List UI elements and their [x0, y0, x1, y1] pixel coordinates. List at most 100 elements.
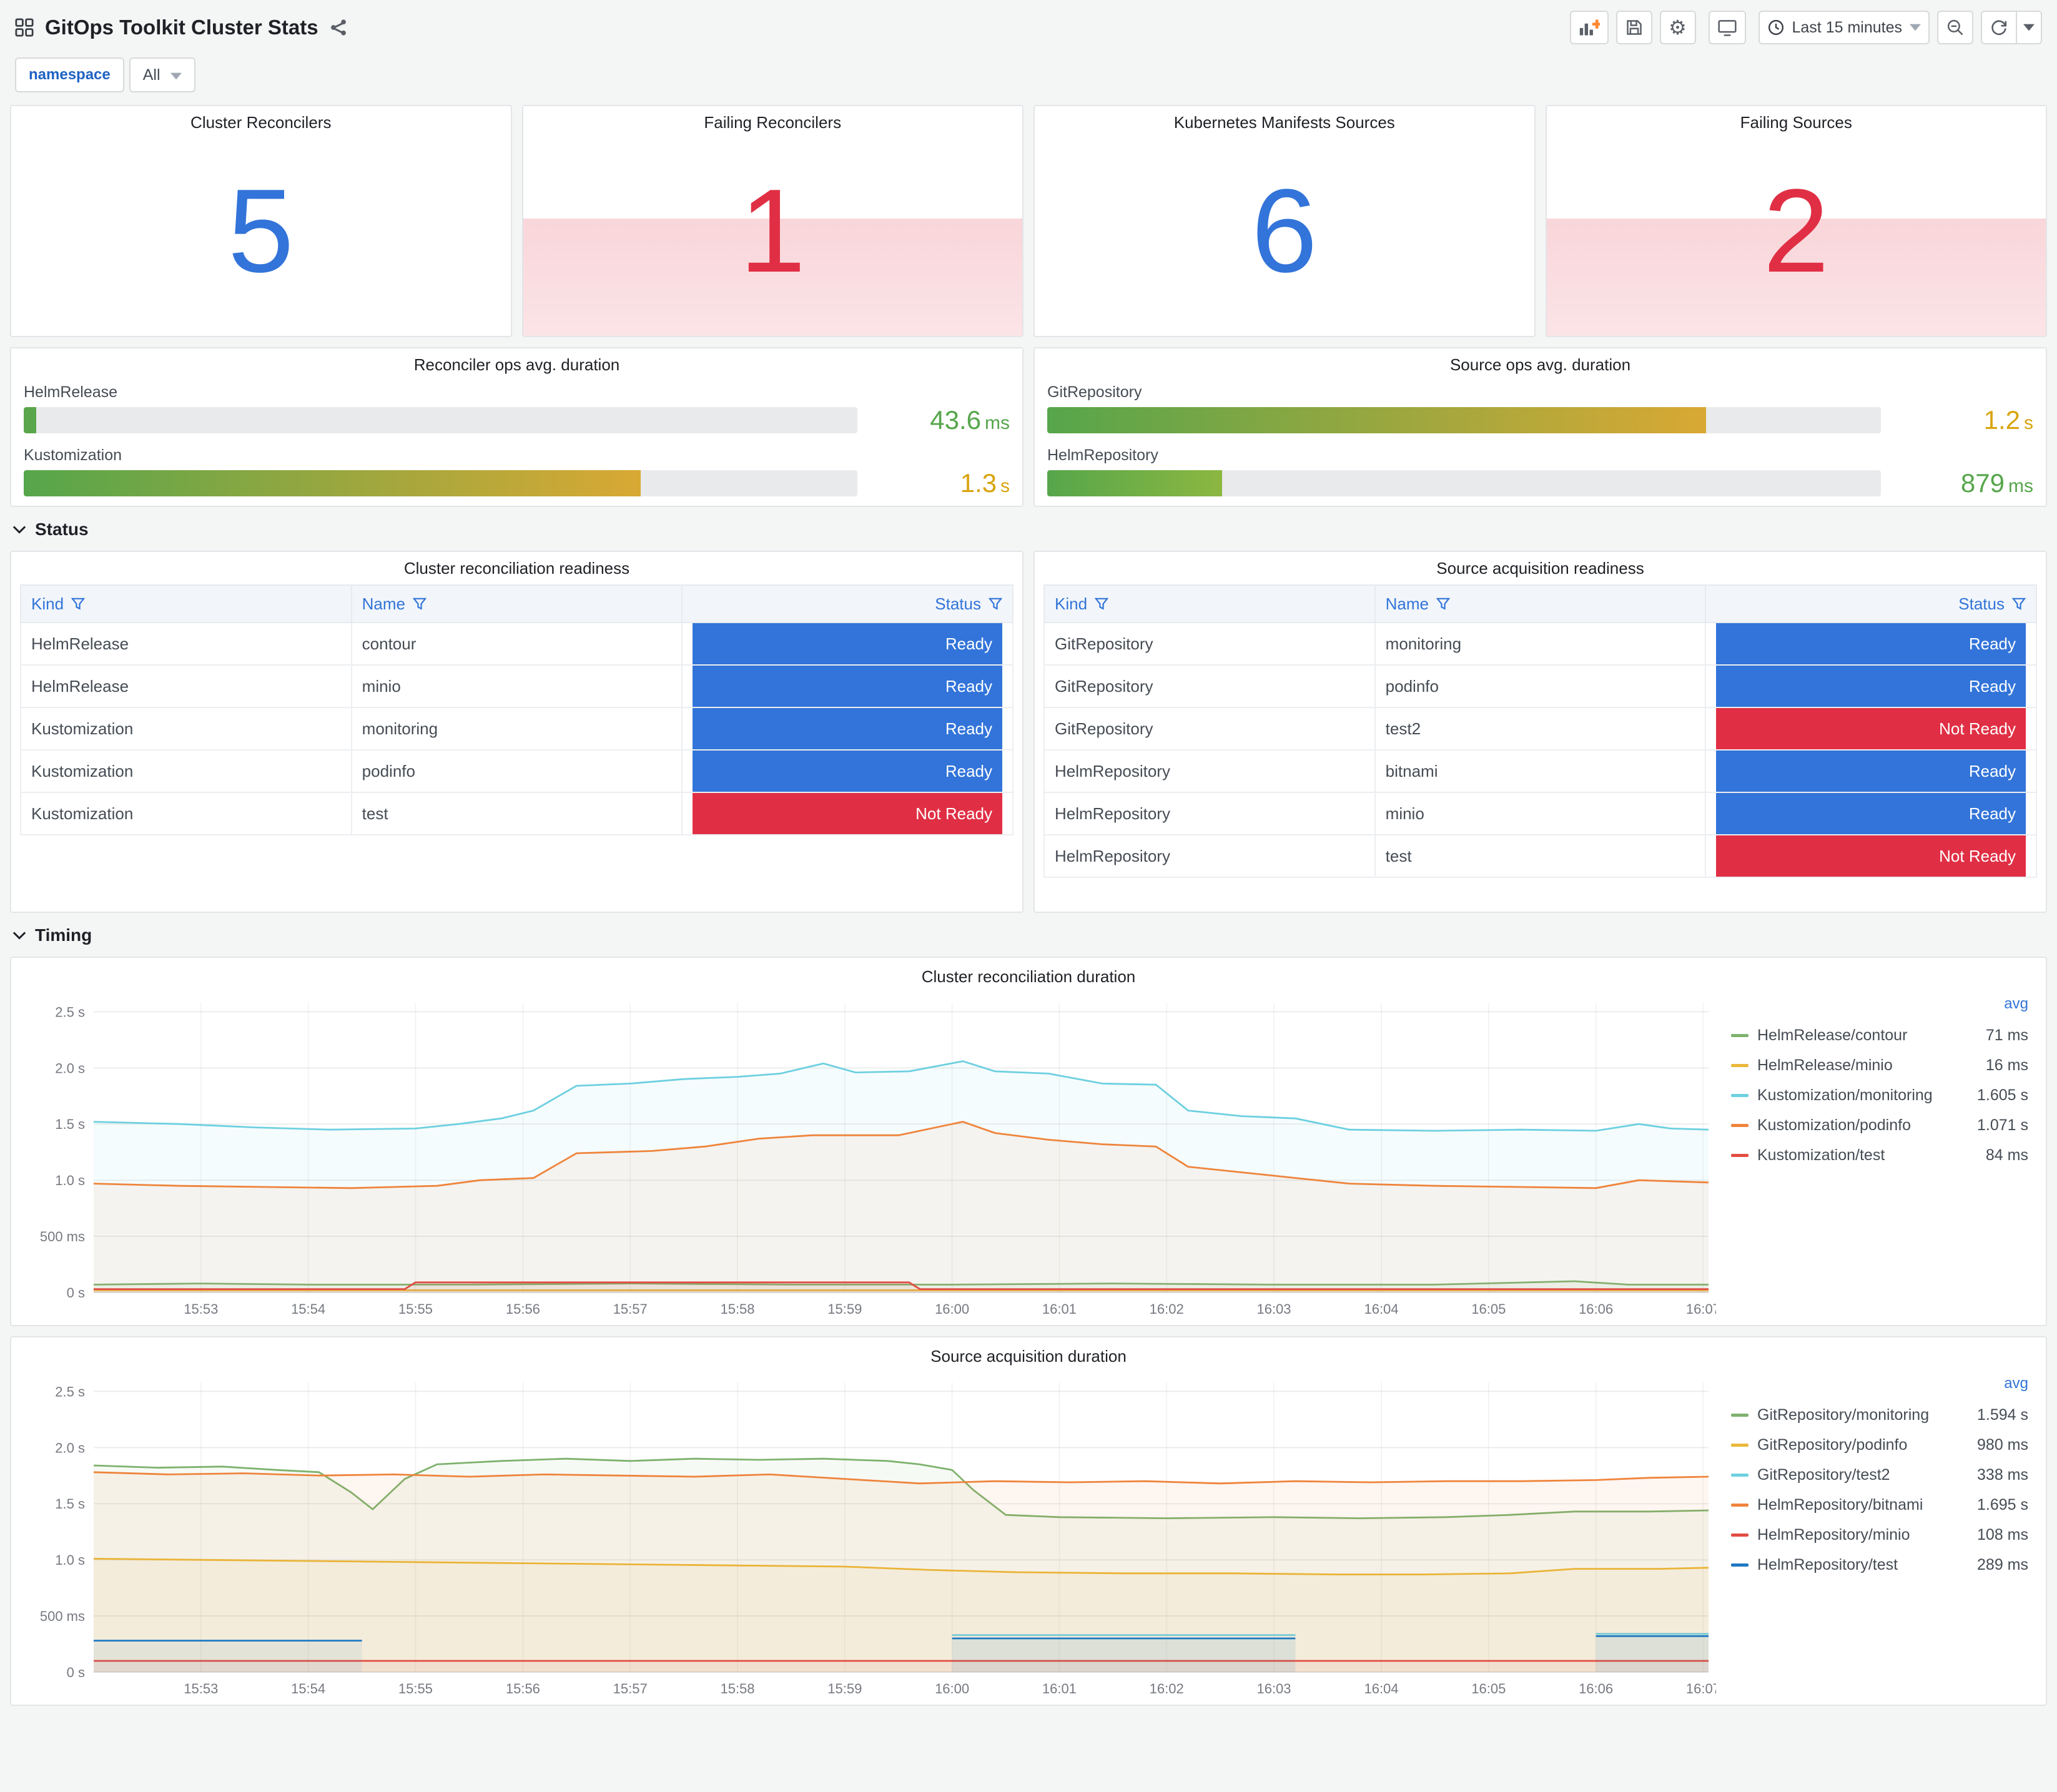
gauge-value: 1.3 s	[870, 468, 1010, 498]
cell-name: podinfo	[1374, 664, 1707, 708]
legend-item[interactable]: Kustomization/podinfo 1.071 s	[1731, 1110, 2028, 1140]
stat-panel: Failing Reconcilers 1	[521, 105, 1024, 337]
cell-name: contour	[350, 622, 683, 666]
cell-kind: GitRepository	[1043, 664, 1376, 708]
column-header-name[interactable]: Name	[350, 584, 683, 623]
series-avg-value: 289 ms	[1977, 1555, 2028, 1573]
panel-title[interactable]: Failing Reconcilers	[523, 106, 1023, 139]
filter-icon[interactable]	[2012, 598, 2026, 610]
column-label: Status	[935, 594, 981, 613]
cell-kind: GitRepository	[1043, 707, 1376, 751]
table-header: Kind Name Status	[1043, 584, 2037, 623]
svg-text:15:59: 15:59	[827, 1301, 862, 1317]
series-name: HelmRepository/minio	[1757, 1525, 1910, 1543]
legend-item[interactable]: GitRepository/monitoring 1.594 s	[1731, 1400, 2028, 1430]
series-name: HelmRelease/minio	[1757, 1056, 1893, 1074]
zoom-out-time-button[interactable]	[1937, 11, 1973, 44]
bar-gauge: HelmRelease 43.6 ms	[24, 383, 1010, 435]
filter-icon[interactable]	[413, 598, 427, 610]
dashboard-settings-button[interactable]: ⚙	[1659, 11, 1696, 44]
legend-item[interactable]: GitRepository/test2 338 ms	[1731, 1460, 2028, 1490]
table-body: GitRepository monitoring Ready GitRepositor…	[1043, 622, 2037, 878]
legend-item[interactable]: HelmRepository/bitnami 1.695 s	[1731, 1490, 2028, 1520]
filter-icon[interactable]	[989, 598, 1002, 610]
svg-text:15:54: 15:54	[291, 1301, 325, 1317]
svg-text:15:57: 15:57	[613, 1301, 648, 1317]
column-header-status[interactable]: Status	[1705, 584, 2037, 623]
panel-title[interactable]: Source acquisition readiness	[1043, 552, 2037, 584]
stat-panel: Kubernetes Manifests Sources 6	[1033, 105, 1536, 337]
legend-item[interactable]: GitRepository/podinfo 980 ms	[1731, 1430, 2028, 1460]
cell-name: test2	[1374, 707, 1707, 751]
legend-item[interactable]: HelmRelease/minio 16 ms	[1731, 1050, 2028, 1080]
series-name: HelmRepository/test	[1757, 1555, 1898, 1573]
column-header-name[interactable]: Name	[1374, 584, 1707, 623]
cell-status: Not Ready	[1705, 834, 2037, 878]
column-header-kind[interactable]: Kind	[20, 584, 352, 623]
panel-title[interactable]: Cluster reconciliation readiness	[20, 552, 1014, 584]
gauge-track	[1047, 407, 1881, 433]
filter-icon[interactable]	[1095, 598, 1109, 610]
status-badge: Not Ready	[693, 793, 1002, 834]
variable-value-dropdown[interactable]: All	[129, 57, 195, 92]
gauge-body: HelmRelease 43.6 ms Kustomization 1.3 s	[11, 381, 1022, 506]
time-range-picker[interactable]: Last 15 minutes	[1758, 11, 1930, 44]
svg-text:16:04: 16:04	[1364, 1681, 1398, 1696]
panel-title[interactable]: Cluster reconciliation duration	[19, 960, 2038, 993]
svg-text:2.5 s: 2.5 s	[55, 1004, 85, 1020]
panel-title[interactable]: Source acquisition duration	[19, 1340, 2038, 1372]
filter-icon[interactable]	[1436, 598, 1451, 610]
panel-title[interactable]: Failing Sources	[1547, 106, 2046, 139]
legend-avg-header[interactable]: avg	[1731, 1375, 2028, 1400]
legend-avg-header[interactable]: avg	[1731, 995, 2028, 1020]
dashboard-header: GitOps Toolkit Cluster Stats ⚙ Last 15 m…	[10, 0, 2047, 55]
svg-text:1.0 s: 1.0 s	[55, 1173, 85, 1188]
svg-text:500 ms: 500 ms	[40, 1608, 85, 1624]
cycle-view-button[interactable]	[1708, 11, 1746, 44]
filter-icon[interactable]	[71, 598, 86, 610]
legend-item[interactable]: Kustomization/test 84 ms	[1731, 1140, 2028, 1170]
svg-text:1.0 s: 1.0 s	[55, 1552, 85, 1568]
legend-item[interactable]: HelmRelease/contour 71 ms	[1731, 1020, 2028, 1050]
legend-item[interactable]: HelmRepository/test 289 ms	[1731, 1550, 2028, 1580]
panel-title[interactable]: Source ops avg. duration	[1035, 348, 2046, 381]
chart-canvas[interactable]: 15:53 15:54 15:55 15:56 15:57 15:58 15:59 16:00…	[19, 993, 1720, 1320]
panel-title[interactable]: Reconciler ops avg. duration	[11, 348, 1022, 381]
legend-item[interactable]: HelmRepository/minio 108 ms	[1731, 1520, 2028, 1550]
save-dashboard-button[interactable]	[1616, 11, 1652, 44]
table-row: GitRepository test2 Not Ready	[1043, 707, 2037, 751]
legend-item[interactable]: Kustomization/monitoring 1.605 s	[1731, 1080, 2028, 1110]
svg-text:16:01: 16:01	[1042, 1681, 1077, 1696]
gauge-line: 1.2 s	[1047, 405, 2033, 435]
series-avg-value: 108 ms	[1977, 1525, 2028, 1543]
svg-text:16:07: 16:07	[1686, 1301, 1716, 1317]
gauge-value-number: 1.3	[960, 468, 997, 498]
cell-kind: GitRepository	[1043, 622, 1376, 666]
chart-canvas[interactable]: 15:53 15:54 15:55 15:56 15:57 15:58 15:59 16:00…	[19, 1372, 1720, 1700]
series-color-marker	[1731, 1123, 1749, 1127]
section-header-status[interactable]: Status	[12, 519, 2045, 539]
panel-title[interactable]: Kubernetes Manifests Sources	[1035, 106, 1534, 139]
refresh-interval-dropdown[interactable]	[2017, 11, 2042, 44]
bar-gauge: HelmRepository 879 ms	[1047, 446, 2033, 498]
series-avg-value: 71 ms	[1985, 1026, 2028, 1044]
stat-value: 6	[1251, 165, 1318, 297]
section-header-timing[interactable]: Timing	[12, 925, 2045, 945]
add-panel-button[interactable]	[1569, 11, 1609, 44]
column-header-status[interactable]: Status	[681, 584, 1014, 623]
gauge-line: 879 ms	[1047, 468, 2033, 498]
share-icon[interactable]	[330, 19, 347, 36]
svg-text:15:57: 15:57	[613, 1681, 648, 1696]
table-row: GitRepository monitoring Ready	[1043, 622, 2037, 666]
table-header-row: Kind Name Status	[20, 584, 1014, 623]
cell-status: Ready	[681, 707, 1014, 751]
gauge-value: 879 ms	[1893, 468, 2033, 498]
table-row: HelmRepository minio Ready	[1043, 792, 2037, 835]
cell-name: test	[350, 792, 683, 835]
panel-title[interactable]: Cluster Reconcilers	[11, 106, 511, 139]
column-header-kind[interactable]: Kind	[1043, 584, 1376, 623]
cell-kind: HelmRepository	[1043, 792, 1376, 835]
gauge-value-unit: ms	[2008, 476, 2033, 496]
bar-gauge: Kustomization 1.3 s	[24, 446, 1010, 498]
refresh-button[interactable]	[1981, 11, 2017, 44]
